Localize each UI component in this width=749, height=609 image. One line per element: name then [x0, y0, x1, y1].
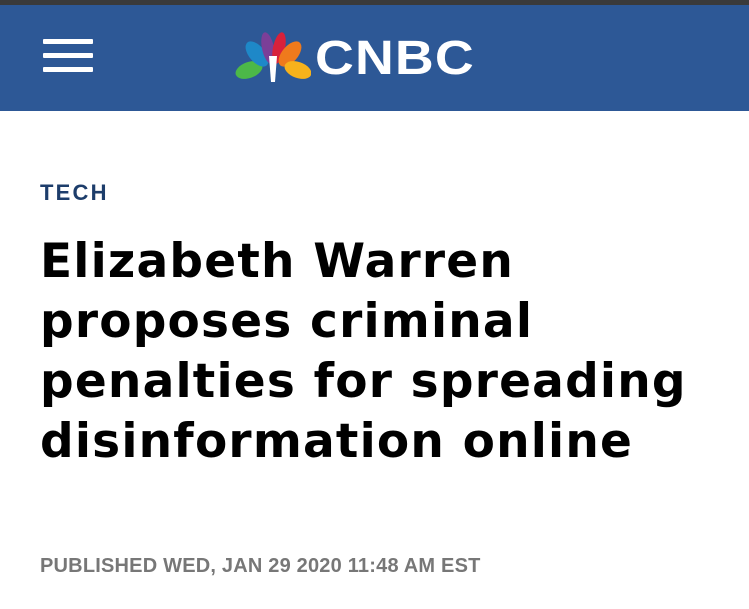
- peacock-icon: [235, 32, 311, 82]
- logo-text: CNBC: [315, 32, 475, 85]
- article-headline: Elizabeth Warren proposes criminal penal…: [40, 234, 687, 469]
- site-header: CNBC: [0, 5, 749, 111]
- section-label[interactable]: TECH: [40, 180, 109, 206]
- published-timestamp: PUBLISHED WED, JAN 29 2020 11:48 AM EST: [40, 555, 481, 577]
- hamburger-menu-icon[interactable]: [43, 39, 93, 79]
- cnbc-logo[interactable]: CNBC: [235, 32, 525, 86]
